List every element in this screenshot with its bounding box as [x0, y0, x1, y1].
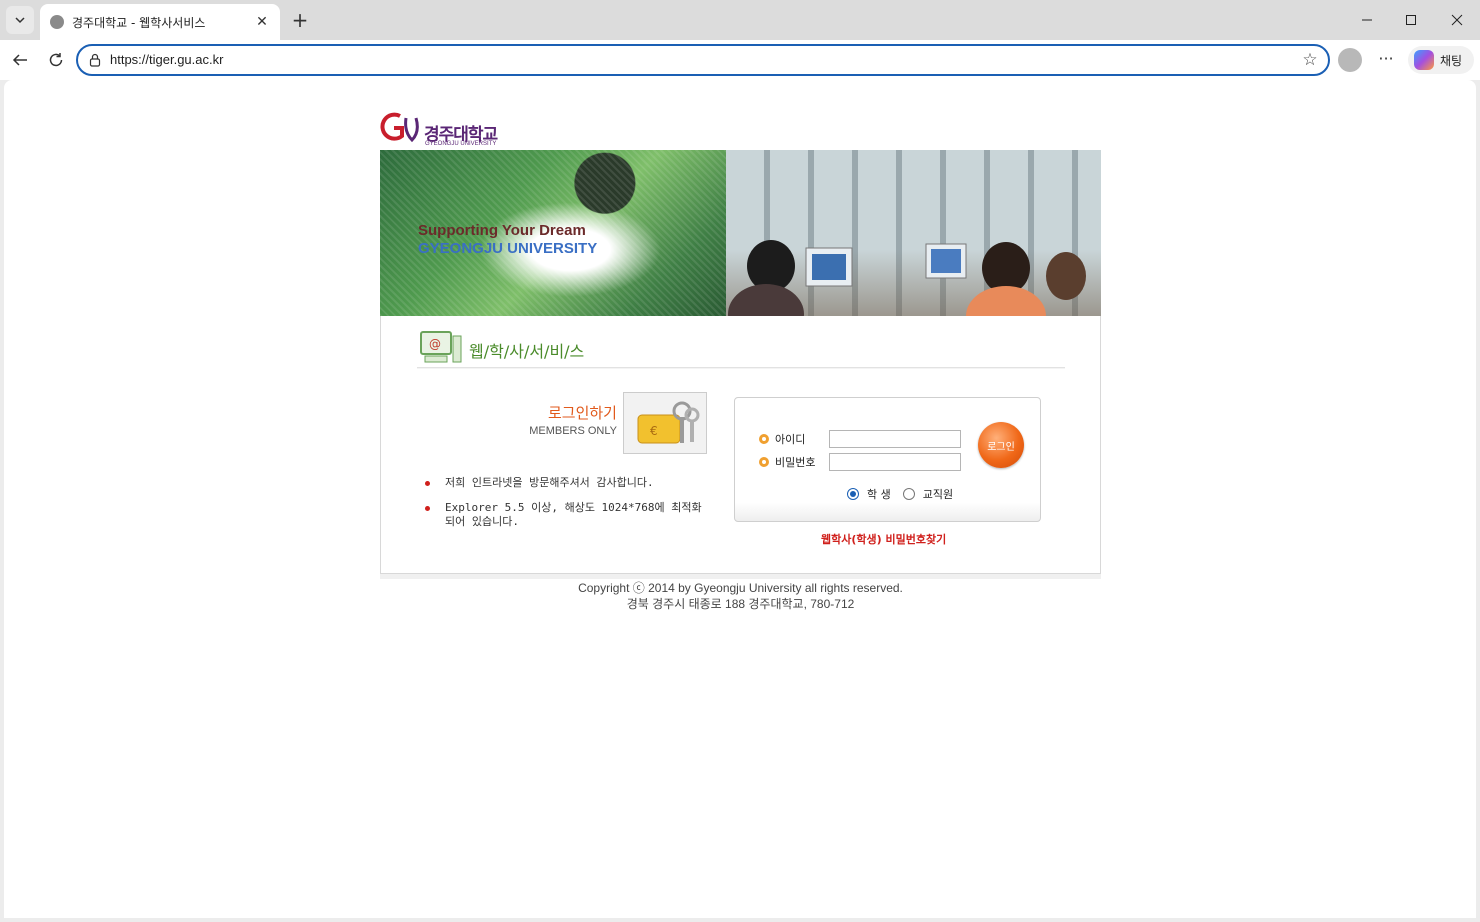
- tab-title: 경주대학교 - 웹학사서비스: [72, 15, 206, 30]
- url-text[interactable]: https://tiger.gu.ac.kr: [110, 52, 223, 67]
- find-password-link[interactable]: 웹학사(학생) 비밀번호찾기: [821, 531, 946, 547]
- bullet-icon: [425, 481, 430, 486]
- chevron-down-icon: [15, 17, 25, 24]
- tab-strip: 경주대학교 - 웹학사서비스 ✕ +: [0, 0, 1480, 40]
- login-content-box: @ 웹/학/사/서/비/스 로그인하기 MEMBERS ONLY € 저희 인트…: [380, 316, 1101, 574]
- student-radio-label[interactable]: 학 생: [867, 486, 891, 502]
- copilot-label: 채팅: [1440, 53, 1463, 68]
- bullet-arrow-icon: [759, 434, 769, 444]
- page-footer: Copyright ⓒ 2014 by Gyeongju University …: [380, 580, 1101, 612]
- favorite-star-icon[interactable]: ☆: [1300, 50, 1320, 70]
- copilot-button[interactable]: 채팅: [1408, 46, 1474, 74]
- maximize-icon: [1406, 15, 1416, 25]
- back-button[interactable]: [8, 48, 32, 72]
- password-input[interactable]: [829, 453, 961, 471]
- banner-university-name: GYEONGJU UNIVERSITY: [418, 240, 598, 257]
- password-label: 비밀번호: [775, 456, 816, 469]
- login-button[interactable]: 로그인: [978, 422, 1024, 468]
- login-heading: 로그인하기: [547, 404, 617, 422]
- svg-text:€: €: [650, 424, 658, 438]
- staff-radio-label[interactable]: 교직원: [923, 486, 953, 502]
- notice-text: 저희 인트라넷을 방문해주셔서 감사합니다.: [445, 476, 654, 489]
- svg-text:@: @: [429, 337, 441, 351]
- maximize-button[interactable]: [1388, 4, 1434, 36]
- content-box-shadow: [380, 574, 1101, 579]
- id-field-row: 아이디: [759, 429, 961, 449]
- hero-banner: Supporting Your Dream GYEONGJU UNIVERSIT…: [380, 150, 1101, 316]
- close-window-button[interactable]: [1434, 4, 1480, 36]
- divider: [417, 367, 1065, 369]
- close-icon: [1451, 14, 1463, 26]
- staff-radio[interactable]: [902, 488, 915, 500]
- copyright-text: Copyright ⓒ 2014 by Gyeongju University …: [578, 581, 903, 595]
- computer-icon: @: [420, 331, 462, 363]
- copilot-icon: [1414, 50, 1434, 70]
- keys-image: €: [623, 392, 707, 454]
- password-field-row: 비밀번호: [759, 452, 961, 472]
- reload-button[interactable]: [44, 48, 68, 72]
- members-only-label: MEMBERS ONLY: [529, 425, 617, 437]
- profile-avatar[interactable]: [1338, 48, 1362, 72]
- id-label: 아이디: [775, 433, 806, 446]
- close-tab-icon[interactable]: ✕: [252, 12, 272, 32]
- students-at-computers-image: [728, 240, 1086, 316]
- browser-tab-active[interactable]: 경주대학교 - 웹학사서비스 ✕: [40, 4, 280, 40]
- reload-icon: [49, 53, 63, 67]
- bullet-icon: [425, 506, 430, 511]
- minimize-icon: [1362, 19, 1372, 21]
- id-input[interactable]: [829, 430, 961, 448]
- user-type-radio-group: 학 생 교직원: [847, 486, 965, 502]
- computer-lab-photo: [726, 150, 1101, 316]
- service-title: 웹/학/사/서/비/스: [469, 342, 585, 361]
- new-tab-button[interactable]: +: [288, 8, 312, 32]
- address-bar[interactable]: https://tiger.gu.ac.kr ☆: [76, 44, 1330, 76]
- browser-toolbar: https://tiger.gu.ac.kr ☆ ··· 채팅: [0, 40, 1480, 80]
- address-text: 경북 경주시 태종로 188 경주대학교, 780-712: [626, 597, 855, 611]
- favicon-icon: [50, 15, 64, 29]
- page-viewport: 경주대학교 GYEONGJU UNIVERSITY Supporting You…: [4, 80, 1476, 918]
- arrow-left-icon: [12, 54, 27, 66]
- logo-subtitle: GYEONGJU UNIVERSITY: [425, 141, 497, 147]
- gu-logo-mark-icon: [380, 112, 419, 143]
- bullet-arrow-icon: [759, 457, 769, 467]
- login-form: 아이디 비밀번호 로그인 학 생 교직원: [734, 397, 1041, 522]
- minimize-button[interactable]: [1344, 4, 1390, 36]
- lock-icon[interactable]: [88, 53, 102, 67]
- tab-search-button[interactable]: [6, 6, 34, 34]
- keys-icon: €: [637, 401, 700, 444]
- notice-text: Explorer 5.5 이상, 해상도 1024*768에 최적화 되어 있습…: [445, 501, 702, 528]
- university-logo[interactable]: 경주대학교 GYEONGJU UNIVERSITY: [380, 110, 520, 150]
- more-menu-button[interactable]: ···: [1374, 48, 1398, 72]
- student-radio[interactable]: [847, 488, 859, 500]
- banner-tagline: Supporting Your Dream: [418, 222, 586, 239]
